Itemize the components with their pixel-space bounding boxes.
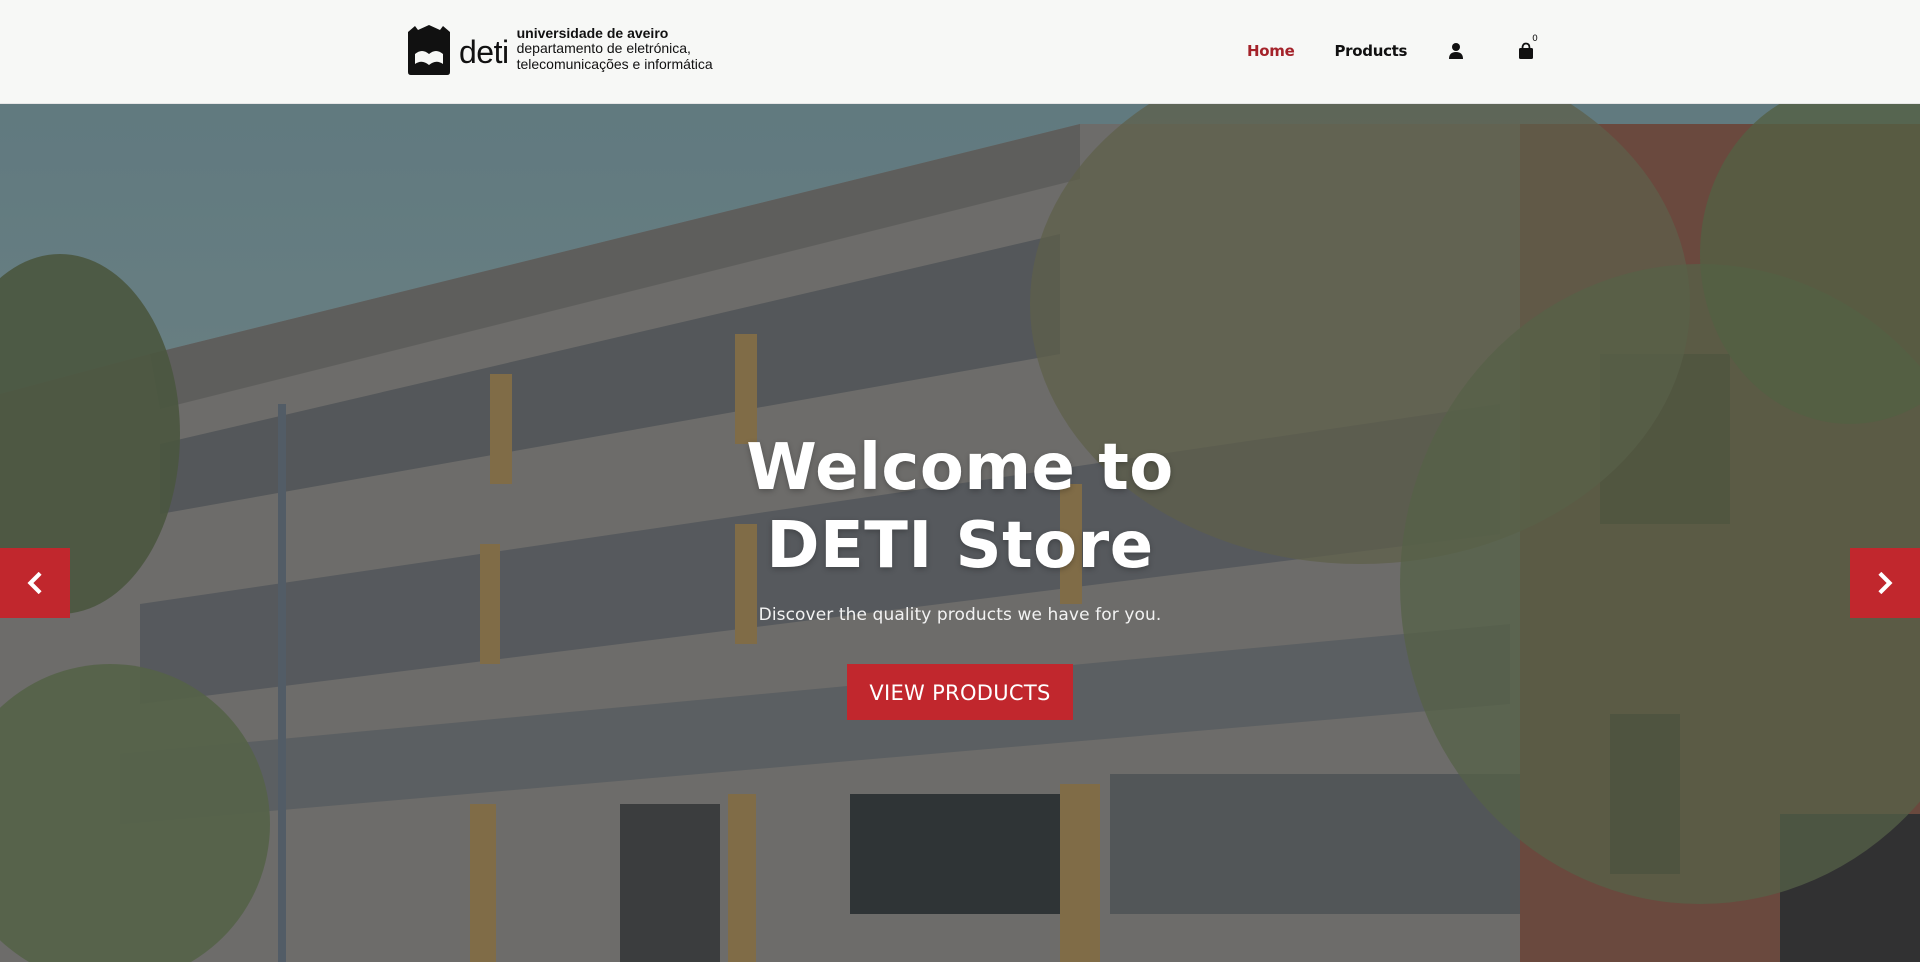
hero-title-line2: DETI Store [766, 509, 1154, 583]
hero-carousel: Welcome to DETI Store Discover the quali… [0, 104, 1920, 962]
chevron-right-icon [1878, 572, 1893, 594]
user-icon[interactable] [1447, 42, 1465, 60]
shopping-bag-icon [1519, 42, 1534, 59]
cart-button[interactable]: 0 [1517, 34, 1538, 60]
site-header: deti universidade de aveiro departamento… [0, 0, 1920, 104]
chevron-left-icon [27, 572, 42, 594]
carousel-next-button[interactable] [1850, 548, 1920, 618]
logo-line-university: universidade de aveiro [516, 25, 669, 42]
view-products-button[interactable]: VIEW PRODUCTS [847, 664, 1073, 720]
hero-title: Welcome to DETI Store [0, 429, 1920, 585]
hero-subtitle: Discover the quality products we have fo… [758, 605, 1162, 625]
hero-content: Welcome to DETI Store Discover the quali… [0, 429, 1920, 720]
logo-institution-text: universidade de aveiro departamento de e… [517, 26, 713, 71]
main-nav: Home Products 0 [1247, 34, 1538, 64]
logo-line-department: departamento de eletrónica, [516, 40, 691, 57]
carousel-prev-button[interactable] [0, 548, 70, 618]
nav-products-link[interactable]: Products [1334, 42, 1407, 60]
hero-title-line1: Welcome to [746, 431, 1174, 505]
nav-home-link[interactable]: Home [1247, 42, 1295, 60]
logo-line-department-cont: telecomunicações e informática [516, 55, 713, 72]
ua-emblem-icon [408, 25, 450, 75]
cart-count-badge: 0 [1532, 34, 1538, 44]
logo-wordmark: deti [459, 34, 509, 70]
deti-logo[interactable]: deti universidade de aveiro departamento… [405, 24, 713, 76]
